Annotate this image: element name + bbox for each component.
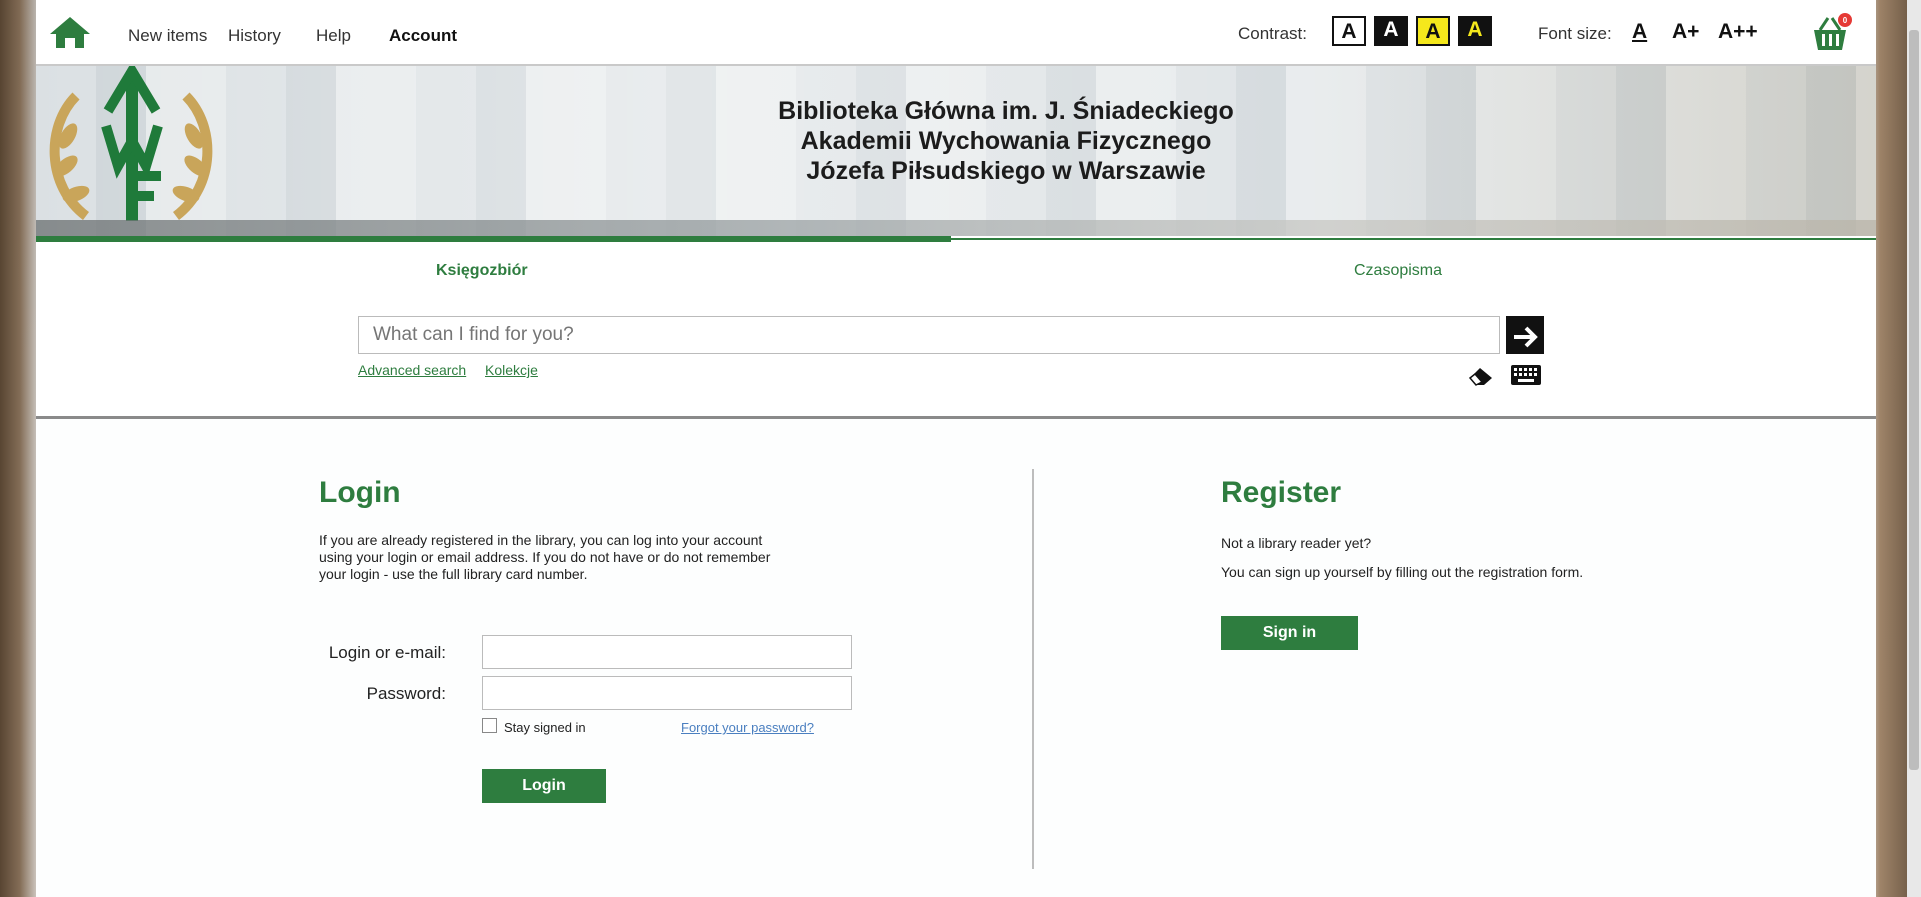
tab-active-indicator [36,236,951,242]
login-heading: Login [319,476,401,509]
password-input[interactable] [482,676,852,710]
font-size-xlarge-button[interactable]: A++ [1718,20,1758,44]
page-frame: New items History Help Account Contrast:… [36,0,1876,897]
collections-link[interactable]: Kolekcje [485,362,538,378]
font-size-label: Font size: [1538,24,1612,43]
font-size-large-button[interactable]: A+ [1672,20,1699,44]
login-button[interactable]: Login [482,769,606,803]
search-panel: Księgozbiór Czasopisma Advanced search K… [36,236,1876,419]
login-field-label: Login or e-mail: [328,643,446,662]
library-title-line-2: Akademii Wychowania Fizycznego [800,127,1212,155]
font-size-normal-button[interactable]: A [1632,20,1647,44]
nav-new-items[interactable]: New items [128,26,207,46]
search-submit-button[interactable] [1506,316,1544,354]
tab-czasopisma[interactable]: Czasopisma [1354,262,1442,280]
search-input[interactable] [358,316,1500,354]
home-icon[interactable] [48,14,92,50]
contrast-normal-button[interactable]: A [1332,16,1366,46]
tab-ksiegozbior[interactable]: Księgozbiór [436,262,528,280]
banner-shelf-decoration [36,220,1876,236]
awf-logo [49,66,213,221]
account-content: Login If you are already registered in t… [36,419,1876,897]
login-description: If you are already registered in the lib… [319,532,771,582]
register-heading: Register [1221,476,1342,509]
basket-icon[interactable]: 0 [1808,12,1852,54]
register-not-reader-text: Not a library reader yet? [1221,535,1372,551]
keyboard-icon[interactable] [1510,364,1542,386]
register-description: You can sign up yourself by filling out … [1221,564,1584,580]
basket-count-badge: 0 [1843,16,1848,25]
register-sign-in-button[interactable]: Sign in [1221,616,1358,650]
nav-help[interactable]: Help [316,26,351,46]
contrast-black-yellow-button[interactable]: A [1458,16,1492,46]
arrow-right-icon [1514,326,1538,348]
library-title: Biblioteka Główna im. J. Śniadeckiego Ak… [736,96,1276,186]
nav-history[interactable]: History [228,26,281,46]
advanced-search-link[interactable]: Advanced search [358,362,466,378]
tab-indicator [951,238,1876,240]
stay-signed-in-checkbox[interactable] [482,718,497,733]
contrast-inverse-button[interactable]: A [1374,16,1408,46]
stay-signed-in-label: Stay signed in [504,720,586,735]
forgot-password-link[interactable]: Forgot your password? [681,720,814,735]
login-email-input[interactable] [482,635,852,669]
scrollbar-thumb[interactable] [1909,30,1919,770]
eraser-icon[interactable] [1468,366,1494,386]
header-banner: Biblioteka Główna im. J. Śniadeckiego Ak… [36,66,1876,236]
column-divider [1032,469,1034,869]
top-bar: New items History Help Account Contrast:… [36,0,1876,66]
nav-account[interactable]: Account [389,26,457,46]
library-title-line-3: Józefa Piłsudskiego w Warszawie [806,157,1206,185]
library-title-line-1: Biblioteka Główna im. J. Śniadeckiego [778,97,1234,125]
contrast-label: Contrast: [1238,24,1307,43]
password-field-label: Password: [366,684,446,703]
page-scrollbar[interactable] [1907,0,1921,897]
contrast-yellow-button[interactable]: A [1416,16,1450,46]
